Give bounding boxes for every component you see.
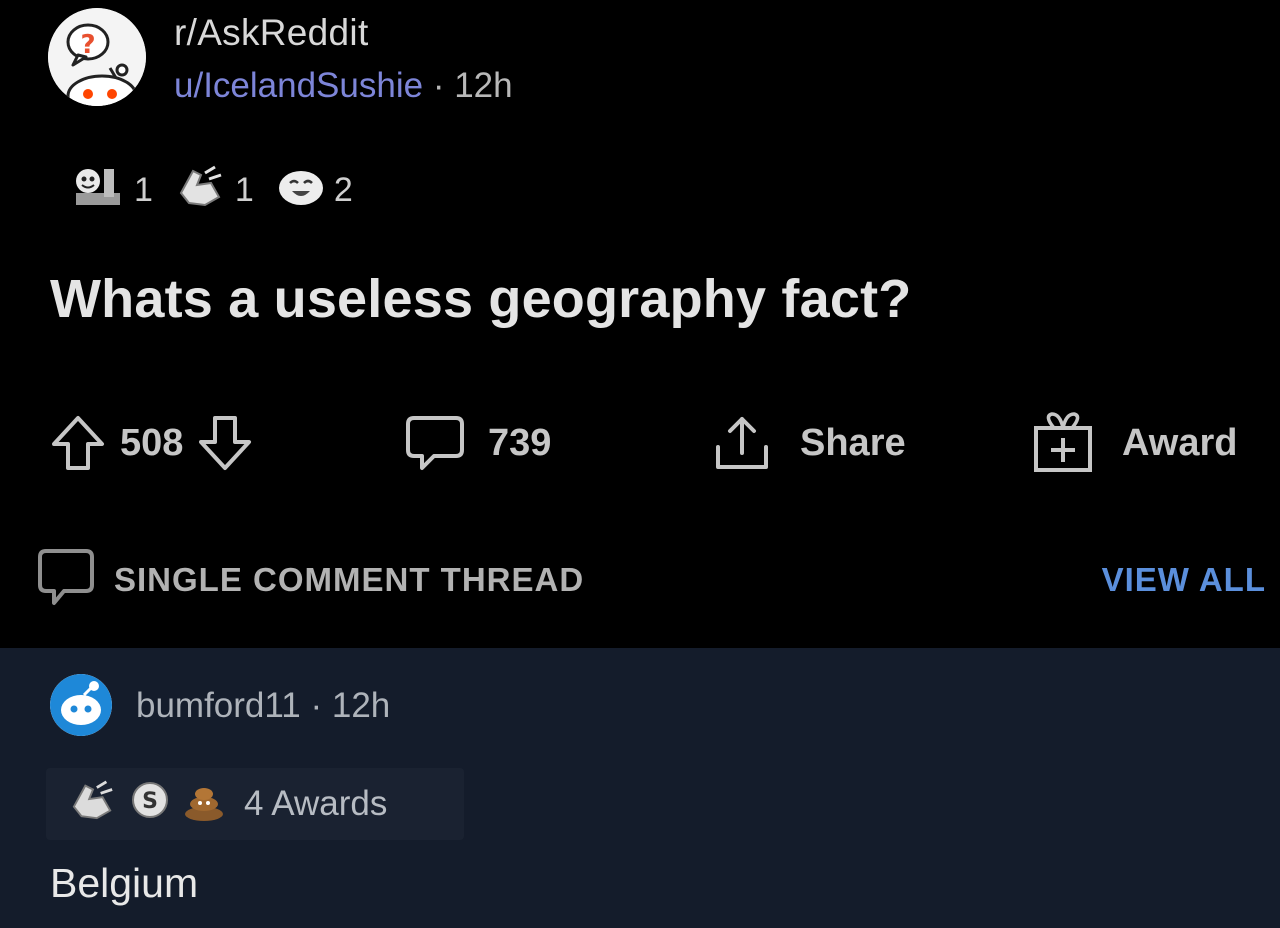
comment-avatar[interactable] [50,674,112,736]
comment-body: Belgium [50,860,199,906]
comment-age: 12h [331,686,391,725]
post-card: ? r/AskReddit u/IcelandSushie · 12h 1 1 … [0,0,1280,648]
bravo-award-icon [175,163,227,218]
bravo-award-icon [68,778,118,831]
single-comment-thread-bar: SINGLE COMMENT THREAD VIEW ALL [36,548,1266,612]
award-label: Award [1122,421,1238,464]
thread-label: SINGLE COMMENT THREAD [114,561,585,598]
downvote-icon[interactable] [197,414,253,472]
subreddit-avatar[interactable]: ? [48,8,146,106]
vote-controls: 508 [50,408,253,478]
gift-icon [1032,412,1094,474]
wholesome-award-icon [70,163,126,218]
comment-meta: bumford11 · 12h [136,686,390,726]
view-all-link[interactable]: VIEW ALL [1102,561,1266,599]
meta-separator: · [310,686,323,725]
awards-count-label: 4 Awards [244,784,388,823]
award-count: 2 [333,170,353,209]
comment-author[interactable]: bumford11 [136,686,301,725]
svg-text:S: S [142,789,158,814]
award-count: 1 [134,170,153,209]
haha-award-icon [276,163,326,218]
post-awards[interactable]: 1 1 2 [70,158,367,222]
post-author[interactable]: u/IcelandSushie [174,66,423,105]
poop-award-icon [182,778,226,831]
silver-award-icon: S [130,778,170,831]
award-count: 1 [234,170,254,209]
vote-score: 508 [120,421,184,464]
post-meta: u/IcelandSushie · 12h [174,66,513,106]
meta-separator: · [432,66,445,105]
share-button[interactable]: Share [712,408,906,478]
upvote-icon[interactable] [50,414,106,472]
comment-count: 739 [488,421,552,464]
subreddit-name[interactable]: r/AskReddit [174,12,369,54]
svg-text:?: ? [80,30,95,60]
comment-awards[interactable]: S 4 Awards [46,768,464,840]
comments-button[interactable]: 739 [404,408,551,478]
share-label: Share [800,421,906,464]
post-age: 12h [454,66,513,105]
post-title[interactable]: Whats a useless geography fact? [50,268,911,330]
share-icon [712,413,772,473]
award-button[interactable]: Award [1032,408,1237,478]
comment-bubble-icon [404,414,466,472]
comment-outline-icon [36,547,96,614]
